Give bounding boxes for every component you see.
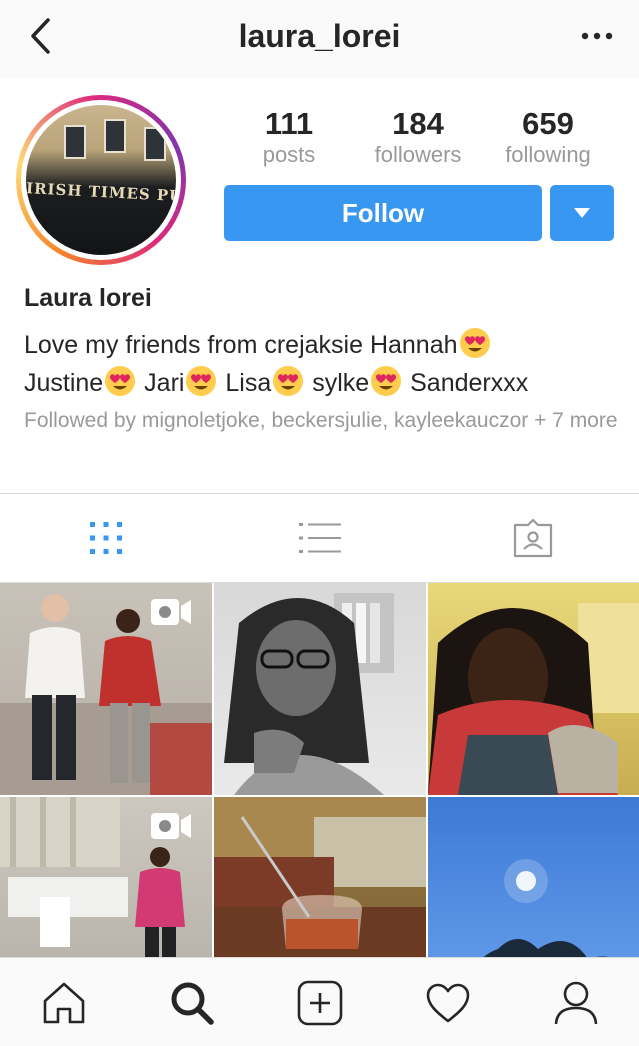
nav-search[interactable] <box>167 978 217 1028</box>
avatar: IRISH TIMES PU <box>26 105 176 255</box>
stat-following[interactable]: 659 following <box>488 106 608 168</box>
bio-part: Justine <box>24 369 104 397</box>
nav-add-post[interactable] <box>295 978 345 1028</box>
more-options-button[interactable] <box>577 22 617 50</box>
heart-eyes-emoji-icon <box>105 366 136 396</box>
more-horizontal-icon <box>581 32 613 40</box>
stat-followers[interactable]: 184 followers <box>358 106 478 168</box>
post-image <box>483 859 609 957</box>
suggested-dropdown-button[interactable] <box>550 185 614 241</box>
profile-tabs <box>0 494 639 582</box>
post-thumbnail[interactable] <box>0 583 212 795</box>
story-ring[interactable]: IRISH TIMES PU <box>16 95 186 265</box>
bottom-nav <box>0 957 639 1046</box>
avatar-sign-text: IRISH TIMES PU <box>26 179 176 206</box>
post-thumbnail[interactable] <box>214 797 426 957</box>
add-post-icon <box>297 980 343 1026</box>
post-thumbnail[interactable] <box>214 583 426 795</box>
nav-activity[interactable] <box>423 978 473 1028</box>
grid-icon <box>90 522 122 554</box>
heart-eyes-emoji-icon <box>459 328 490 358</box>
post-thumbnail[interactable] <box>428 797 639 957</box>
caret-down-icon <box>574 208 590 218</box>
post-image <box>224 593 394 795</box>
stat-followers-value: 184 <box>392 106 444 141</box>
heart-icon <box>426 983 470 1023</box>
top-bar: laura_lorei <box>0 0 639 78</box>
profile-stats: 111 posts 184 followers 659 following <box>224 106 614 168</box>
profile-icon <box>554 981 598 1025</box>
stat-posts-label: posts <box>262 142 316 167</box>
post-image <box>428 603 639 795</box>
stat-posts-value: 111 <box>264 106 314 141</box>
tab-grid[interactable] <box>82 516 130 560</box>
stat-following-label: following <box>505 142 591 167</box>
tagged-icon <box>513 518 553 558</box>
video-icon <box>151 599 191 625</box>
bio-text: Love my friends from crejaksie Hannah Ju… <box>24 326 624 402</box>
heart-eyes-emoji-icon <box>186 366 217 396</box>
tab-tagged[interactable] <box>509 516 557 560</box>
heart-eyes-emoji-icon <box>273 366 304 396</box>
stat-followers-label: followers <box>374 142 462 167</box>
bio-part: Love my friends from crejaksie Hannah <box>24 331 458 359</box>
page-title: laura_lorei <box>238 18 401 54</box>
bio-part: Jari <box>137 369 185 397</box>
followed-by-text[interactable]: Followed by mignoletjoke, beckersjulie, … <box>24 406 624 435</box>
bio-part: sylke <box>305 369 370 397</box>
stat-posts[interactable]: 111 posts <box>229 106 349 168</box>
post-thumbnail[interactable] <box>428 583 639 795</box>
search-icon <box>171 982 214 1025</box>
tab-list[interactable] <box>296 516 344 560</box>
stat-following-value: 659 <box>522 106 574 141</box>
bio-part: Lisa <box>218 369 272 397</box>
post-image <box>214 797 426 957</box>
post-thumbnail[interactable] <box>0 797 212 957</box>
bio-part: Sanderxxx <box>403 369 529 397</box>
home-icon <box>43 982 85 1024</box>
nav-home[interactable] <box>39 978 89 1028</box>
video-icon <box>151 813 191 839</box>
list-icon <box>299 523 341 553</box>
display-name: Laura lorei <box>24 284 152 312</box>
heart-eyes-emoji-icon <box>371 366 402 396</box>
posts-grid <box>0 583 639 957</box>
nav-profile[interactable] <box>551 978 601 1028</box>
follow-button[interactable]: Follow <box>224 185 542 241</box>
